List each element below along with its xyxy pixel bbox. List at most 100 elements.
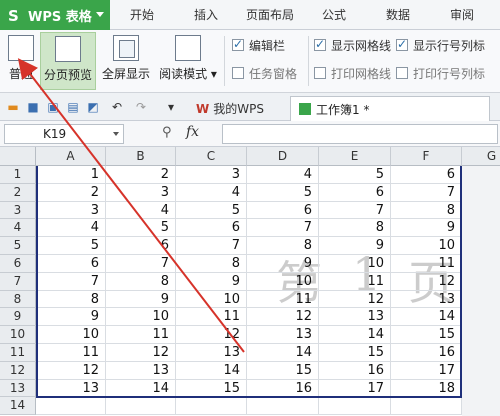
- column-header[interactable]: E: [319, 147, 391, 166]
- chevron-down-icon[interactable]: [113, 132, 119, 136]
- task-pane-checkbox[interactable]: 任务窗格: [232, 64, 297, 82]
- grid-cell[interactable]: 13: [391, 290, 462, 309]
- tab-insert[interactable]: 插入: [174, 0, 238, 30]
- grid-cell[interactable]: 12: [391, 272, 462, 291]
- grid-cell[interactable]: [36, 397, 106, 416]
- grid-cell[interactable]: [176, 397, 247, 416]
- row-header[interactable]: 12: [0, 361, 36, 380]
- undo-icon[interactable]: ↶: [110, 100, 124, 114]
- grid-cell[interactable]: 6: [391, 166, 462, 184]
- grid-cell[interactable]: 9: [391, 219, 462, 238]
- search-icon[interactable]: ⚲: [162, 125, 172, 140]
- grid-cell[interactable]: 6: [319, 183, 391, 202]
- grid-cell[interactable]: 9: [319, 237, 391, 255]
- reading-mode-button[interactable]: 阅读模式 ▾: [156, 32, 220, 90]
- save-icon[interactable]: ■: [26, 100, 40, 114]
- grid-cell[interactable]: 15: [319, 344, 391, 362]
- column-header[interactable]: A: [36, 147, 106, 166]
- grid-cell[interactable]: 11: [247, 290, 319, 309]
- grid-cell[interactable]: 15: [176, 379, 247, 398]
- grid-cell[interactable]: 12: [319, 290, 391, 309]
- row-header[interactable]: 14: [0, 397, 36, 416]
- grid-cell[interactable]: 7: [391, 183, 462, 202]
- grid-cell[interactable]: 7: [247, 219, 319, 238]
- grid-cell[interactable]: 8: [106, 272, 176, 291]
- grid-cell[interactable]: 12: [106, 344, 176, 362]
- function-icon[interactable]: fx: [186, 124, 199, 140]
- show-gridlines-checkbox[interactable]: 显示网格线: [314, 36, 391, 54]
- export-pdf-icon[interactable]: ◩: [86, 100, 100, 114]
- grid-cell[interactable]: 5: [176, 201, 247, 220]
- grid-cell[interactable]: 9: [247, 255, 319, 273]
- grid-cell[interactable]: 18: [391, 379, 462, 398]
- select-all-corner[interactable]: [0, 147, 36, 166]
- customize-toolbar-icon[interactable]: ▾: [164, 100, 178, 114]
- grid-cell[interactable]: 14: [391, 308, 462, 327]
- grid-cell[interactable]: 17: [319, 379, 391, 398]
- grid-cell[interactable]: 11: [391, 255, 462, 273]
- grid-cell[interactable]: 15: [247, 361, 319, 380]
- grid-cell[interactable]: 14: [247, 344, 319, 362]
- grid-cell[interactable]: 3: [106, 183, 176, 202]
- grid-cell[interactable]: 11: [106, 326, 176, 344]
- grid-cell[interactable]: 14: [319, 326, 391, 344]
- column-header[interactable]: B: [106, 147, 176, 166]
- print-icon[interactable]: ▤: [66, 100, 80, 114]
- grid-cell[interactable]: 9: [106, 290, 176, 309]
- grid-cell[interactable]: 11: [176, 308, 247, 327]
- row-header[interactable]: 8: [0, 290, 36, 309]
- grid-cell[interactable]: 11: [36, 344, 106, 362]
- grid-cell[interactable]: 1: [36, 166, 106, 184]
- grid-cell[interactable]: 5: [319, 166, 391, 184]
- grid-cell[interactable]: 7: [176, 237, 247, 255]
- row-header[interactable]: 5: [0, 237, 36, 255]
- row-header[interactable]: 1: [0, 166, 36, 184]
- grid-cell[interactable]: 7: [106, 255, 176, 273]
- grid-cell[interactable]: [319, 397, 391, 416]
- grid-cell[interactable]: 16: [391, 344, 462, 362]
- grid-cell[interactable]: 9: [176, 272, 247, 291]
- grid-cell[interactable]: 13: [36, 379, 106, 398]
- grid-cell[interactable]: 4: [36, 219, 106, 238]
- grid-cell[interactable]: 7: [36, 272, 106, 291]
- grid-cell[interactable]: 6: [106, 237, 176, 255]
- tab-home[interactable]: 开始: [110, 0, 174, 30]
- column-header[interactable]: D: [247, 147, 319, 166]
- row-header[interactable]: 6: [0, 255, 36, 273]
- row-header[interactable]: 2: [0, 183, 36, 202]
- formula-input[interactable]: [222, 124, 498, 144]
- grid-cell[interactable]: 16: [247, 379, 319, 398]
- tab-workbook[interactable]: 工作簿1 *: [290, 96, 490, 121]
- show-headers-checkbox[interactable]: 显示行号列标: [396, 36, 485, 54]
- grid-cell[interactable]: 12: [176, 326, 247, 344]
- app-menu-button[interactable]: WPS 表格: [0, 0, 110, 30]
- grid-cell[interactable]: 5: [247, 183, 319, 202]
- grid-cell[interactable]: 13: [106, 361, 176, 380]
- grid-cell[interactable]: 8: [319, 219, 391, 238]
- grid-cell[interactable]: 2: [36, 183, 106, 202]
- open-folder-icon[interactable]: ▬: [6, 100, 20, 114]
- grid-cell[interactable]: 4: [176, 183, 247, 202]
- grid-cell[interactable]: 8: [176, 255, 247, 273]
- grid-cell[interactable]: 10: [247, 272, 319, 291]
- grid-cell[interactable]: 11: [319, 272, 391, 291]
- normal-view-button[interactable]: 普通: [2, 32, 40, 90]
- column-header[interactable]: C: [176, 147, 247, 166]
- grid-cell[interactable]: 8: [247, 237, 319, 255]
- grid-cell[interactable]: 8: [36, 290, 106, 309]
- grid-cell[interactable]: 10: [391, 237, 462, 255]
- grid-cell[interactable]: [106, 397, 176, 416]
- grid-cell[interactable]: 13: [247, 326, 319, 344]
- row-header[interactable]: 11: [0, 344, 36, 362]
- tab-formulas[interactable]: 公式: [302, 0, 366, 30]
- page-break-preview-button[interactable]: 分页预览: [40, 32, 96, 90]
- tab-data[interactable]: 数据: [366, 0, 430, 30]
- fullscreen-button[interactable]: 全屏显示: [98, 32, 154, 90]
- print-gridlines-checkbox[interactable]: 打印网格线: [314, 64, 391, 82]
- grid-cell[interactable]: 3: [176, 166, 247, 184]
- tab-page-layout[interactable]: 页面布局: [238, 0, 302, 30]
- grid-cell[interactable]: 16: [319, 361, 391, 380]
- grid-cell[interactable]: 6: [247, 201, 319, 220]
- row-header[interactable]: 7: [0, 272, 36, 291]
- grid-cell[interactable]: 10: [36, 326, 106, 344]
